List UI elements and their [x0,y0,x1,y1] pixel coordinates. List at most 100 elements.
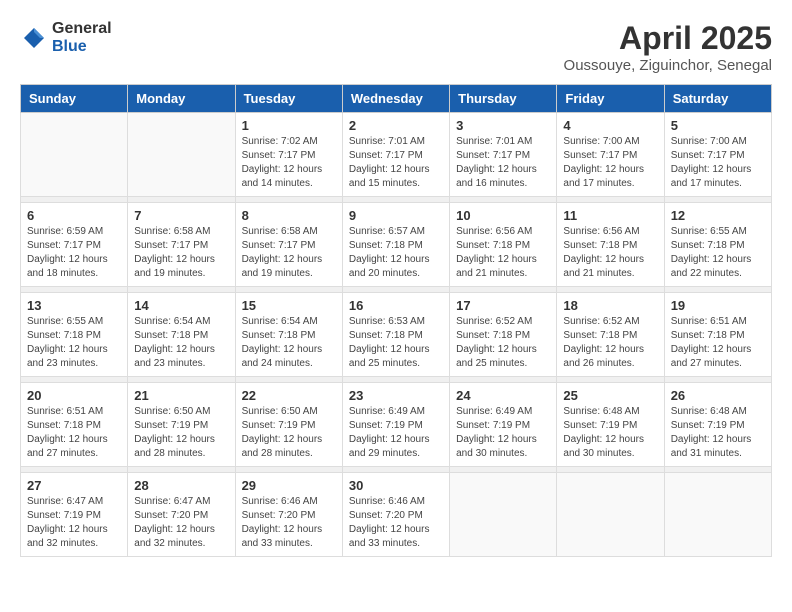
day-info: Sunrise: 6:52 AMSunset: 7:18 PMDaylight:… [563,315,657,371]
sunset-text: Sunset: 7:20 PM [349,510,423,521]
day-info: Sunrise: 7:01 AMSunset: 7:17 PMDaylight:… [349,135,443,191]
sunrise-text: Sunrise: 6:50 AM [134,406,210,417]
table-row [557,473,664,557]
daylight-text: Daylight: 12 hours and 30 minutes. [563,434,644,459]
day-info: Sunrise: 6:46 AMSunset: 7:20 PMDaylight:… [242,495,336,551]
sunset-text: Sunset: 7:19 PM [27,510,101,521]
day-number: 6 [27,208,121,223]
sunrise-text: Sunrise: 6:52 AM [456,316,532,327]
day-number: 19 [671,298,765,313]
day-info: Sunrise: 6:58 AMSunset: 7:17 PMDaylight:… [242,225,336,281]
table-row: 28Sunrise: 6:47 AMSunset: 7:20 PMDayligh… [128,473,235,557]
sunrise-text: Sunrise: 6:56 AM [563,226,639,237]
calendar-week-row: 1 Sunrise: 7:02 AMSunset: 7:17 PMDaylight… [21,113,772,197]
sunset-text: Sunset: 7:17 PM [134,240,208,251]
day-number: 1 [242,118,336,133]
daylight-text: Daylight: 12 hours and 28 minutes. [242,434,323,459]
day-info: Sunrise: 6:47 AM Sunset: 7:19 PM Daylight:… [27,495,121,551]
table-row: 24Sunrise: 6:49 AMSunset: 7:19 PMDayligh… [450,383,557,467]
daylight-text: Daylight: 12 hours and 32 minutes. [27,524,108,549]
table-row: 23Sunrise: 6:49 AMSunset: 7:19 PMDayligh… [342,383,449,467]
sunrise-text: Sunrise: 6:59 AM [27,226,103,237]
daylight-text: Daylight: 12 hours and 31 minutes. [671,434,752,459]
daylight-text: Daylight: 12 hours and 14 minutes. [242,164,323,189]
day-info: Sunrise: 6:55 AMSunset: 7:18 PMDaylight:… [671,225,765,281]
calendar-week-row: 13Sunrise: 6:55 AMSunset: 7:18 PMDayligh… [21,293,772,377]
day-info: Sunrise: 6:58 AMSunset: 7:17 PMDaylight:… [134,225,228,281]
table-row: 7Sunrise: 6:58 AMSunset: 7:17 PMDaylight… [128,203,235,287]
day-info: Sunrise: 6:51 AMSunset: 7:18 PMDaylight:… [27,405,121,461]
daylight-text: Daylight: 12 hours and 33 minutes. [242,524,323,549]
day-info: Sunrise: 7:02 AMSunset: 7:17 PMDaylight:… [242,135,336,191]
sunrise-text: Sunrise: 7:01 AM [349,136,425,147]
day-info: Sunrise: 6:49 AMSunset: 7:19 PMDaylight:… [456,405,550,461]
daylight-text: Daylight: 12 hours and 24 minutes. [242,344,323,369]
sunset-text: Sunset: 7:19 PM [563,420,637,431]
day-info: Sunrise: 6:46 AMSunset: 7:20 PMDaylight:… [349,495,443,551]
day-number: 11 [563,208,657,223]
calendar-header-row: Sunday Monday Tuesday Wednesday Thursday… [21,85,772,113]
daylight-text: Daylight: 12 hours and 15 minutes. [349,164,430,189]
col-friday: Friday [557,85,664,113]
table-row: 14Sunrise: 6:54 AMSunset: 7:18 PMDayligh… [128,293,235,377]
sunset-text: Sunset: 7:20 PM [134,510,208,521]
page-header: General Blue April 2025 Oussouye, Ziguin… [20,20,772,74]
day-number: 22 [242,388,336,403]
sunset-text: Sunset: 7:17 PM [671,150,745,161]
table-row: 9Sunrise: 6:57 AMSunset: 7:18 PMDaylight… [342,203,449,287]
table-row: 19Sunrise: 6:51 AMSunset: 7:18 PMDayligh… [664,293,771,377]
sunset-text: Sunset: 7:18 PM [563,240,637,251]
table-row: 25Sunrise: 6:48 AMSunset: 7:19 PMDayligh… [557,383,664,467]
daylight-text: Daylight: 12 hours and 21 minutes. [563,254,644,279]
table-row: 6 Sunrise: 6:59 AMSunset: 7:17 PMDaylight… [21,203,128,287]
day-number: 4 [563,118,657,133]
day-number: 10 [456,208,550,223]
sunset-text: Sunset: 7:18 PM [671,330,745,341]
sunrise-text: Sunrise: 6:50 AM [242,406,318,417]
table-row: 29Sunrise: 6:46 AMSunset: 7:20 PMDayligh… [235,473,342,557]
daylight-text: Daylight: 12 hours and 23 minutes. [134,344,215,369]
table-row: 21Sunrise: 6:50 AMSunset: 7:19 PMDayligh… [128,383,235,467]
sunset-text: Sunset: 7:18 PM [456,330,530,341]
sunset-text: Sunset: 7:18 PM [456,240,530,251]
day-info: Sunrise: 7:00 AMSunset: 7:17 PMDaylight:… [671,135,765,191]
sunset-text: Sunset: 7:19 PM [671,420,745,431]
daylight-text: Daylight: 12 hours and 19 minutes. [134,254,215,279]
sunset-text: Sunset: 7:18 PM [27,420,101,431]
sunset-text: Sunset: 7:18 PM [27,330,101,341]
table-row: 22 Sunrise: 6:50 AM Sunset: 7:19 PM Dayligh… [235,383,342,467]
col-tuesday: Tuesday [235,85,342,113]
table-row: 20Sunrise: 6:51 AMSunset: 7:18 PMDayligh… [21,383,128,467]
sunrise-text: Sunrise: 6:53 AM [349,316,425,327]
sunset-text: Sunset: 7:19 PM [456,420,530,431]
table-row: 2Sunrise: 7:01 AMSunset: 7:17 PMDaylight… [342,113,449,197]
daylight-text: Daylight: 12 hours and 16 minutes. [456,164,537,189]
sunset-text: Sunset: 7:19 PM [242,420,316,431]
calendar-week-row: 27Sunrise: 6:47 AMSunset: 7:19 PMDayligh… [21,473,772,557]
daylight-text: Daylight: 12 hours and 33 minutes. [349,524,430,549]
daylight-text: Daylight: 12 hours and 26 minutes. [563,344,644,369]
day-info: Sunrise: 6:50 AMSunset: 7:19 PMDaylight:… [134,405,228,461]
daylight-text: Daylight: 12 hours and 29 minutes. [349,434,430,459]
day-info: Sunrise: 6:56 AM Sunset: 7:18 PM Daylight:… [563,225,657,281]
day-number: 28 [134,478,228,493]
day-number: 30 [349,478,443,493]
sunset-text: Sunset: 7:17 PM [563,150,637,161]
day-info: Sunrise: 6:59 AMSunset: 7:17 PMDaylight:… [27,225,121,281]
daylight-text: Daylight: 12 hours and 17 minutes. [563,164,644,189]
day-number: 13 [27,298,121,313]
day-number: 18 [563,298,657,313]
sunrise-text: Sunrise: 6:49 AM [456,406,532,417]
daylight-text: Daylight: 12 hours and 27 minutes. [27,434,108,459]
day-number: 14 [134,298,228,313]
sunrise-text: Sunrise: 7:01 AM [456,136,532,147]
logo: General Blue [20,20,112,55]
table-row: 3Sunrise: 7:01 AMSunset: 7:17 PMDaylight… [450,113,557,197]
sunrise-text: Sunrise: 6:47 AM [27,496,103,507]
col-wednesday: Wednesday [342,85,449,113]
col-sunday: Sunday [21,85,128,113]
daylight-text: Daylight: 12 hours and 27 minutes. [671,344,752,369]
table-row: 15Sunrise: 6:54 AMSunset: 7:18 PMDayligh… [235,293,342,377]
day-info: Sunrise: 6:49 AMSunset: 7:19 PMDaylight:… [349,405,443,461]
day-info: Sunrise: 6:54 AMSunset: 7:18 PMDaylight:… [242,315,336,371]
